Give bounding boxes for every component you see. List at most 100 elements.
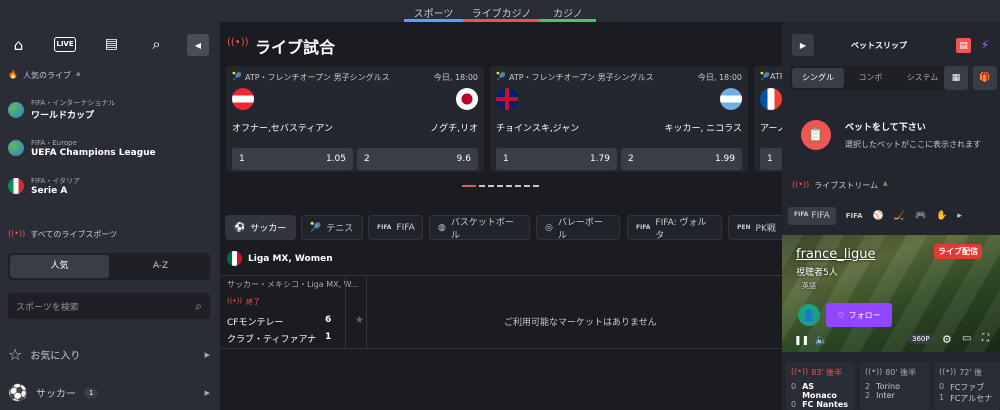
volume-icon[interactable]: 🔈 [815,335,827,346]
match-minute: ((•)) 83' 後半 [791,367,843,377]
player-2: キッカー, ニコラス [664,124,742,134]
match-minute: ((•)) 80' 後半 [865,367,917,377]
betslip-list-icon[interactable]: ▤ [103,35,120,53]
quick-bet-icon[interactable]: ⚡ [978,36,992,54]
follow-button[interactable]: ♡ フォロー [826,303,892,327]
betslip-settings-icon[interactable]: ▦ [944,66,968,90]
tab-casino[interactable]: カジノ [540,0,596,22]
carousel-dot[interactable] [479,185,485,187]
carousel-dot-active[interactable] [462,185,476,187]
uk-flag-icon [496,88,518,110]
stream-tab-fifa-volta-icon[interactable]: FIFA [846,212,863,220]
live-button[interactable]: LIVE [54,37,76,52]
betslip-history-icon[interactable]: ▤ [956,38,971,53]
empty-betslip-icon: 📋 [801,120,831,150]
tab-combo[interactable]: コンボ [848,66,893,90]
odd-button-1[interactable]: 1 1.05 [232,148,353,170]
carousel-dot[interactable] [515,185,521,187]
player-1: アーノ [760,124,782,134]
carousel-dot[interactable] [488,185,494,187]
carousel-pagination [462,185,539,187]
collapse-sidebar-button[interactable]: ◀ [187,34,209,56]
match-status: ((•)) 終了 [227,297,261,306]
popular-item-seriea[interactable]: FIFA・イタリア Serie A [8,176,80,196]
stream-tab-more-icon[interactable]: ▸ [957,211,962,221]
divider [366,276,367,350]
fifa-icon: FIFA [794,211,809,218]
viewer-count: 視聴者5人 [796,268,838,278]
globe-icon [8,101,24,118]
right-sidebar: ▶ ベットスリップ ▤ ⚡ シングル コンボ システム ▦ 🎁 📋 ベットをして… [782,22,1000,410]
pip-icon[interactable]: ▭ [962,333,971,344]
sport-tab-volleyball[interactable]: ◎ バレーボール [536,215,620,241]
live-broadcast-icon: ((•)) [791,367,809,376]
sport-tab-tennis[interactable]: 🎾 テニス [301,215,363,240]
stream-tab-hand-icon[interactable]: ✋ [936,211,947,221]
count-badge: 1 [83,387,99,398]
sport-search-field[interactable]: スポーツを検索 ⌕ [8,293,210,319]
channel-avatar[interactable]: 👤 [798,304,820,326]
player-2: ノグチ,リオ [430,124,478,134]
sport-tab-fifa-volta[interactable]: FIFA FIFA: ヴォルタ [627,215,722,241]
odd-button-1[interactable]: 1 1.79 [496,148,617,170]
carousel-dot[interactable] [524,185,530,187]
stream-tab-baseball-icon[interactable]: ⚾ [873,211,884,221]
argentina-flag-icon [720,88,742,110]
odd-button-2[interactable]: 2 1.99 [621,148,742,170]
stream-tab-hockey-icon[interactable]: 🏒 [894,211,905,221]
chevron-up-icon: ▲ [75,70,81,77]
tab-popular[interactable]: 人気 [10,255,109,278]
gift-icon[interactable]: 🎁 [973,66,997,90]
match-card-1[interactable]: 🎾 ATP・フレンチオープン 男子シングルス 今日, 18:00 オフナー,セバス… [226,66,484,172]
match-card-3[interactable]: 🎾ATP アーノ 1 [754,66,782,172]
home-icon[interactable]: ⌂ [10,36,27,54]
stream-match-card[interactable]: ((•)) 72' 後 0 FCファブ 1 FCアルセナ [934,362,1000,410]
chevron-up-icon: ▲ [882,180,888,187]
carousel-dot[interactable] [497,185,503,187]
sport-item-soccer[interactable]: ⚽ サッカー 1 ▶ [8,383,210,402]
odd-button-2[interactable]: 2 9.6 [357,148,478,170]
divider [345,276,346,350]
team-home: CFモンテレー [227,318,284,328]
odd-button-1[interactable]: 1 [760,148,782,170]
stream-tab-esports-icon[interactable]: 🎮 [915,211,926,221]
score-home: 6 [325,315,332,325]
popular-item-ucl[interactable]: FIFA・Europe UEFA Champions League [8,138,156,158]
settings-gear-icon[interactable]: ⚙ [942,333,952,346]
sport-tab-fifa[interactable]: FIFA FIFA [368,215,423,240]
player-1: オフナー,セバスティアン [232,124,333,134]
japan-flag-icon [456,88,478,110]
popular-live-header: 🔥 人気のライブ ▲ [8,70,81,80]
match-card-2[interactable]: 🎾 ATP・フレンチオープン 男子シングルス 今日, 18:00 チョインスキ,ジ… [490,66,748,172]
tab-single[interactable]: シングル [792,68,844,88]
quality-badge[interactable]: 360P [908,334,934,344]
basketball-icon: ◍ [438,222,446,233]
collapse-betslip-button[interactable]: ▶ [792,34,814,56]
search-icon: ⌕ [195,298,202,313]
tab-system[interactable]: システム [895,66,950,90]
fullscreen-icon[interactable]: ⛶ [982,333,989,344]
tab-live-casino[interactable]: ライブカジノ [463,0,540,22]
carousel-dot[interactable] [533,185,539,187]
stream-match-card[interactable]: ((•)) 83' 後半 0 AS Monaco 0 FC Nantes [786,362,855,410]
live-broadcast-icon: ((•)) [792,180,810,189]
stream-tab-fifa[interactable]: FIFA FIFA [788,207,836,225]
page-title: ライブ試合 [255,38,336,57]
tab-a-z[interactable]: A-Z [111,253,210,280]
favorites-item[interactable]: ☆ お気に入り ▶ [8,345,210,364]
sport-tab-basketball[interactable]: ◍ バスケットボール [429,215,530,241]
soccer-ball-icon: ⚽ [234,222,246,233]
video-player[interactable]: ライブ配信 france_ligue 視聴者5人 英語 👤 ♡ フォロー ❚❚ 🔈… [782,235,1000,352]
tab-sports[interactable]: スポーツ [404,0,463,22]
favorite-star-icon[interactable]: ★ [355,315,364,326]
play-pause-button[interactable]: ❚❚ [794,336,809,346]
sport-tab-penalty[interactable]: PEN PK戦 [728,215,782,240]
channel-name[interactable]: france_ligue [796,247,876,262]
sport-tab-soccer[interactable]: ⚽ サッカー [225,215,296,240]
popular-item-worldcup[interactable]: FIFA・インターナショナル ワールドカップ [8,98,115,121]
match-row[interactable]: サッカー・メキシコ・Liga MX, W... ((•)) 終了 CFモンテレー … [220,275,782,350]
stream-sport-tabs: FIFA FIFA FIFA ⚾ 🏒 🎮 ✋ ▸ [788,204,1000,228]
carousel-dot[interactable] [506,185,512,187]
search-icon[interactable]: ⌕ [148,35,165,53]
stream-match-card[interactable]: ((•)) 80' 後半 2 Torino 2 Inter [860,362,929,410]
